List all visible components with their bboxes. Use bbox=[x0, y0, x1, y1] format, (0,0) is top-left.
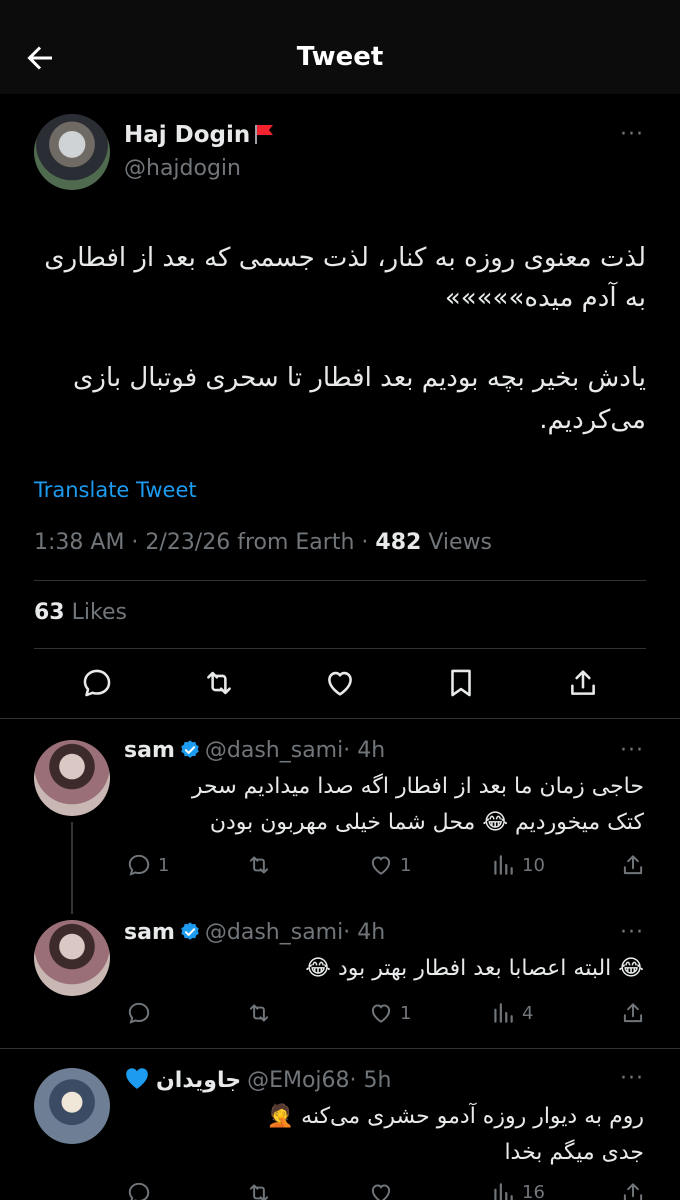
like-icon[interactable] bbox=[368, 1180, 394, 1200]
reply-avatar[interactable] bbox=[34, 1068, 110, 1144]
reply-header: sam @dash_sami· 4h bbox=[124, 920, 385, 945]
more-icon[interactable]: ··· bbox=[620, 738, 644, 763]
reply-icon[interactable] bbox=[80, 666, 114, 700]
page-title: Tweet bbox=[296, 42, 384, 72]
reply-text-line-1: حاجی زمان ما بعد از افطار اگه صدا میدادی… bbox=[191, 774, 644, 799]
reply-header: جاویدان @EMoj68· 5h bbox=[124, 1066, 391, 1093]
reply-avatar[interactable] bbox=[34, 740, 110, 816]
retweet-icon[interactable] bbox=[246, 1000, 272, 1026]
top-bar: Tweet bbox=[0, 0, 680, 94]
reply-header: sam @dash_sami· 4h bbox=[124, 738, 385, 763]
tweet-text-line-1: لذت معنوی روزه به کنار، لذت جسمی که بعد … bbox=[44, 243, 646, 273]
reply-icon[interactable] bbox=[126, 1000, 152, 1026]
retweet-icon[interactable] bbox=[246, 1180, 272, 1200]
author-name[interactable]: Haj Dogin bbox=[124, 122, 276, 148]
reply-handle[interactable]: @dash_sami bbox=[205, 738, 343, 763]
author-handle[interactable]: @hajdogin bbox=[124, 156, 241, 181]
reply-avatar[interactable] bbox=[34, 920, 110, 996]
divider bbox=[34, 580, 646, 581]
divider bbox=[0, 1048, 680, 1049]
share-icon[interactable] bbox=[620, 1180, 646, 1200]
timestamp-source: 1:38 AM · 2/23/26 from Earth · bbox=[34, 530, 376, 555]
red-flag-icon bbox=[255, 125, 274, 144]
tweet-meta: 1:38 AM · 2/23/26 from Earth · 482 Views bbox=[34, 530, 492, 555]
reply-time: · 4h bbox=[343, 920, 386, 945]
author-avatar[interactable] bbox=[34, 114, 110, 190]
likes-label: Likes bbox=[64, 600, 127, 625]
divider bbox=[0, 718, 680, 719]
views-label: Views bbox=[421, 530, 492, 555]
views-icon[interactable] bbox=[490, 852, 516, 878]
views-icon[interactable] bbox=[490, 1180, 516, 1200]
views-count: 482 bbox=[375, 530, 422, 555]
reply-icon[interactable] bbox=[126, 1180, 152, 1200]
tweet-text-line-3: یادش بخیر بچه بودیم بعد افطار تا سحری فو… bbox=[73, 363, 646, 393]
like-count: 1 bbox=[400, 1003, 412, 1024]
bookmark-icon[interactable] bbox=[444, 666, 478, 700]
like-icon[interactable] bbox=[368, 1000, 394, 1026]
reply-author-name[interactable]: sam bbox=[124, 920, 175, 945]
more-icon[interactable]: ··· bbox=[620, 1066, 644, 1091]
views-icon[interactable] bbox=[490, 1000, 516, 1026]
reply-author-name[interactable]: sam bbox=[124, 738, 175, 763]
share-icon[interactable] bbox=[566, 666, 600, 700]
share-icon[interactable] bbox=[620, 852, 646, 878]
more-icon[interactable]: ··· bbox=[620, 122, 644, 147]
verified-icon bbox=[181, 922, 199, 940]
views-count: 10 bbox=[522, 855, 545, 876]
thread-line bbox=[71, 822, 73, 914]
translate-tweet-link[interactable]: Translate Tweet bbox=[34, 478, 197, 502]
share-icon[interactable] bbox=[620, 1000, 646, 1026]
reply-handle[interactable]: @EMoj68 bbox=[247, 1068, 349, 1093]
reply-time: · 5h bbox=[349, 1068, 392, 1093]
tweet-text-line-2: به آدم میده»»»»» bbox=[444, 283, 646, 313]
reply-time: · 4h bbox=[343, 738, 386, 763]
like-icon[interactable] bbox=[368, 852, 394, 878]
more-icon[interactable]: ··· bbox=[620, 920, 644, 945]
likes-summary[interactable]: 63 Likes bbox=[34, 600, 127, 625]
blue-heart-icon bbox=[126, 1068, 148, 1089]
reply-text-line-1: 😂 البته اعصابا بعد افطار بهتر بود 😂 bbox=[305, 956, 644, 981]
like-icon[interactable] bbox=[323, 666, 357, 700]
reply-count: 1 bbox=[158, 855, 170, 876]
reply-text-line-1: روم به دیوار روزه آدمو حشری می‌کنه 🤦 bbox=[266, 1104, 644, 1129]
tweet-actions bbox=[0, 666, 680, 706]
tweet-text-line-4: می‌کردیم. bbox=[539, 405, 646, 435]
likes-count: 63 bbox=[34, 600, 65, 625]
verified-icon bbox=[181, 740, 199, 758]
reply-text-line-2: جدی میگم بخدا bbox=[504, 1140, 644, 1165]
like-count: 1 bbox=[400, 855, 412, 876]
divider bbox=[34, 648, 646, 649]
views-count: 16 bbox=[522, 1182, 545, 1200]
views-count: 4 bbox=[522, 1003, 534, 1024]
reply-author-name[interactable]: جاویدان bbox=[156, 1068, 241, 1093]
retweet-icon[interactable] bbox=[202, 666, 236, 700]
reply-text-line-2: کتک میخوردیم 😂 محل شما خیلی مهربون بودن bbox=[209, 810, 644, 835]
reply-handle[interactable]: @dash_sami bbox=[205, 920, 343, 945]
reply-icon[interactable] bbox=[126, 852, 152, 878]
retweet-icon[interactable] bbox=[246, 852, 272, 878]
